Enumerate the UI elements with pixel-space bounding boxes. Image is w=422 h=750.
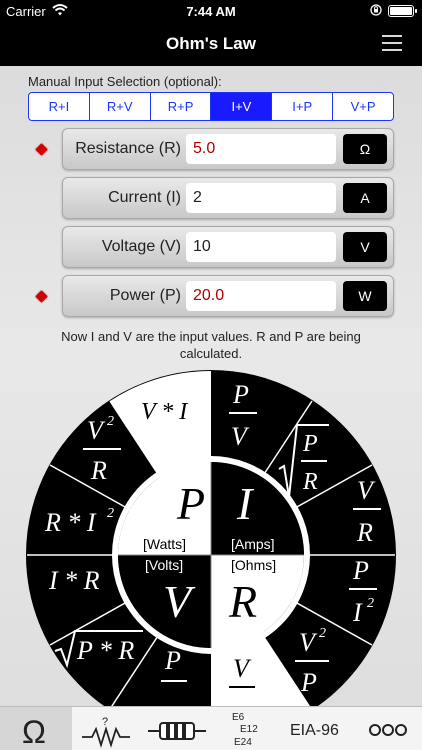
- svg-text:EIA-96: EIA-96: [290, 722, 339, 739]
- center-i-letter[interactable]: I: [236, 478, 255, 529]
- formula-i-times-r[interactable]: I * R: [48, 566, 100, 595]
- current-row: Current (I) 2 A: [62, 177, 394, 219]
- svg-text:P: P: [232, 380, 249, 409]
- power-row: Power (P) 20.0 W: [62, 275, 394, 317]
- more-circles-icon: [369, 724, 407, 736]
- svg-text:R * I: R * I: [44, 508, 97, 537]
- tab-bar: Ω ? E6 E12 E24 EIA-96: [0, 706, 422, 750]
- page-title: Ohm's Law: [165, 34, 256, 53]
- center-r-letter[interactable]: R: [228, 576, 257, 627]
- tab-more[interactable]: [352, 707, 422, 750]
- voltage-input[interactable]: 10: [186, 232, 336, 262]
- unknown-resistor-icon: ?: [82, 716, 130, 749]
- battery-icon: [388, 5, 417, 17]
- segment-r-i[interactable]: R+I: [29, 93, 90, 120]
- center-p-unit: [Watts]: [143, 536, 186, 552]
- voltage-label: Voltage (V): [101, 238, 181, 255]
- ohms-law-wheel: P [Watts] I [Amps] [Volts] V [Ohms] R V …: [26, 370, 396, 706]
- center-i-unit: [Amps]: [231, 536, 275, 552]
- formula-v-times-i[interactable]: V * I: [141, 399, 188, 425]
- segment-r-p[interactable]: R+P: [151, 93, 212, 120]
- tab-color-code[interactable]: [142, 707, 212, 750]
- svg-text:I: I: [352, 598, 363, 627]
- navigation-bar: Ohm's Law: [0, 22, 422, 66]
- segment-i-p[interactable]: I+P: [272, 93, 334, 120]
- segment-i-v[interactable]: I+V: [211, 93, 273, 120]
- current-label: Current (I): [108, 189, 181, 206]
- tab-resistor-calculator[interactable]: ?: [72, 707, 142, 750]
- info-text: Now I and V are the input values. R and …: [61, 329, 361, 361]
- svg-text:2: 2: [107, 506, 114, 521]
- input-selection-control: R+I R+V R+P I+V I+P V+P: [28, 92, 394, 121]
- status-time: 7:44 AM: [186, 4, 236, 19]
- svg-text:2: 2: [367, 596, 374, 611]
- eia-96-label: EIA-96: [290, 722, 339, 739]
- segment-v-p[interactable]: V+P: [333, 93, 393, 120]
- center-r-unit: [Ohms]: [231, 557, 276, 573]
- center-p-letter[interactable]: P: [176, 478, 205, 529]
- svg-text:Ω: Ω: [22, 714, 46, 750]
- selection-label: Manual Input Selection (optional):: [28, 74, 222, 89]
- svg-text:P: P: [352, 556, 369, 585]
- power-input[interactable]: 20.0: [186, 281, 336, 311]
- main-content: Manual Input Selection (optional): R+I R…: [0, 66, 422, 706]
- segment-r-v[interactable]: R+V: [90, 93, 151, 120]
- svg-text:E6: E6: [232, 712, 245, 723]
- tab-e-series[interactable]: E6 E12 E24: [212, 707, 272, 750]
- svg-text:R: R: [90, 456, 107, 485]
- resistor-color-band-icon: [148, 722, 206, 740]
- svg-text:P: P: [302, 431, 318, 457]
- omega-icon: Ω: [22, 714, 46, 750]
- svg-text:E24: E24: [234, 737, 252, 748]
- tab-eia-96[interactable]: EIA-96: [272, 707, 352, 750]
- current-unit-button[interactable]: A: [343, 183, 387, 213]
- svg-text:?: ?: [102, 716, 108, 728]
- status-bar: Carrier 7:44 AM: [0, 0, 422, 22]
- svg-text:P: P: [300, 668, 317, 697]
- calculated-marker-icon: [35, 290, 48, 303]
- voltage-unit-button[interactable]: V: [343, 232, 387, 262]
- resistance-label: Resistance (R): [75, 140, 181, 157]
- svg-text:2: 2: [319, 626, 326, 641]
- e-series-icon: E6 E12 E24: [232, 712, 258, 748]
- calculated-marker-icon: [35, 143, 48, 156]
- resistance-row: Resistance (R) 5.0 Ω: [62, 128, 394, 170]
- orientation-lock-icon: [370, 4, 382, 16]
- resistance-unit-button[interactable]: Ω: [343, 134, 387, 164]
- tab-ohms-law[interactable]: Ω: [0, 707, 72, 750]
- svg-text:P: P: [164, 646, 181, 675]
- hamburger-menu-icon[interactable]: [382, 35, 402, 51]
- svg-text:R: R: [302, 469, 318, 495]
- power-unit-button[interactable]: W: [343, 281, 387, 311]
- resistance-input[interactable]: 5.0: [186, 134, 336, 164]
- svg-text:P * R: P * R: [76, 636, 134, 665]
- svg-text:2: 2: [107, 414, 114, 429]
- svg-text:E12: E12: [240, 724, 258, 735]
- center-v-unit: [Volts]: [145, 557, 183, 573]
- current-input[interactable]: 2: [186, 183, 336, 213]
- voltage-row: Voltage (V) 10 V: [62, 226, 394, 268]
- svg-text:R: R: [356, 518, 373, 547]
- power-label: Power (P): [109, 287, 181, 304]
- center-v-letter[interactable]: V: [163, 576, 196, 627]
